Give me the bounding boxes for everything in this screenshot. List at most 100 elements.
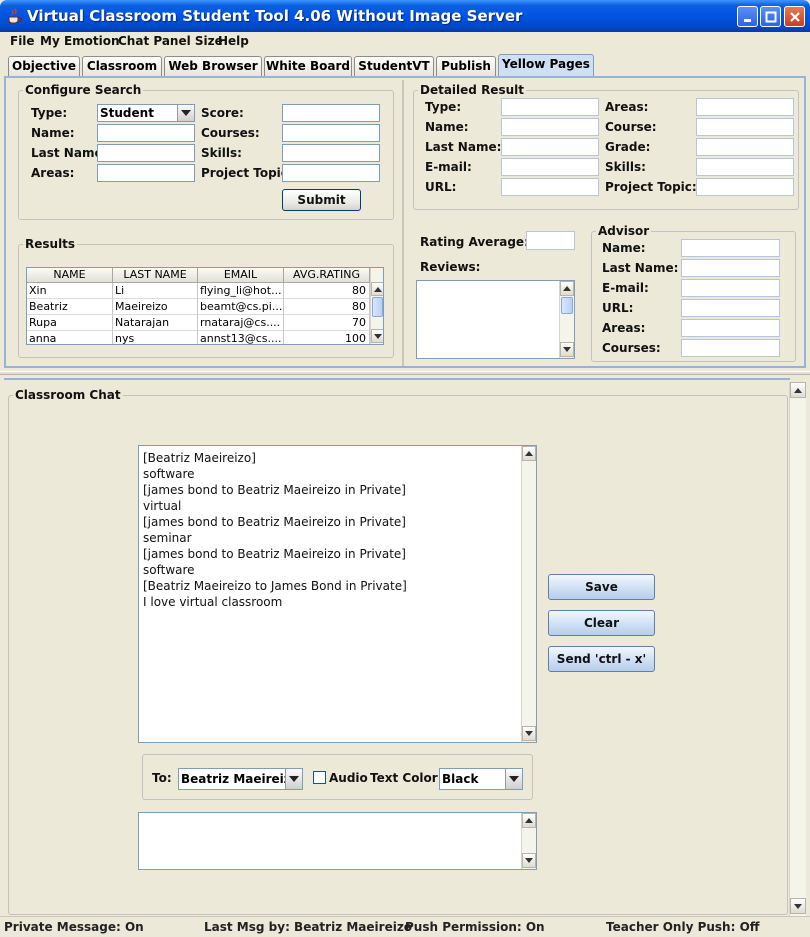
- scroll-up-button[interactable]: [371, 282, 383, 296]
- tab-yellow-pages[interactable]: Yellow Pages: [498, 54, 594, 77]
- scroll-down-button[interactable]: [522, 726, 536, 741]
- transcript-scrollbar[interactable]: [521, 446, 536, 742]
- java-cup-icon: [8, 8, 22, 24]
- status-private-message: Private Message: On: [4, 920, 144, 934]
- type-combo[interactable]: Student: [97, 104, 195, 122]
- minimize-button[interactable]: [737, 6, 758, 27]
- message-input-scrollbar[interactable]: [521, 813, 536, 869]
- table-cell[interactable]: 80: [284, 283, 370, 299]
- detail-project-topic-field[interactable]: [696, 178, 794, 196]
- courses-label: Courses:: [201, 126, 260, 140]
- reviews-scrollbar[interactable]: [559, 281, 574, 358]
- table-cell[interactable]: Maeireizo: [113, 299, 198, 315]
- detail-email-field[interactable]: [501, 158, 599, 176]
- detail-url-field[interactable]: [501, 178, 599, 196]
- recipient-combo[interactable]: Beatriz Maeireizo: [178, 768, 303, 790]
- table-cell[interactable]: Beatriz: [27, 299, 113, 315]
- results-table[interactable]: NAME LAST NAME EMAIL AVG.RATING Xin Li f…: [26, 267, 384, 345]
- scroll-up-button[interactable]: [522, 446, 536, 461]
- skills-input[interactable]: [282, 144, 380, 162]
- split-divider[interactable]: [0, 371, 810, 375]
- advisor-title: Advisor: [596, 224, 652, 238]
- scroll-up-button[interactable]: [790, 382, 806, 398]
- detail-grade-field[interactable]: [696, 138, 794, 156]
- chevron-down-icon[interactable]: [505, 769, 522, 789]
- audio-checkbox[interactable]: [313, 771, 326, 784]
- submit-button[interactable]: Submit: [282, 189, 361, 211]
- detail-course-field[interactable]: [696, 118, 794, 136]
- classroom-chat-panel: Classroom Chat [Beatriz Maeireizo] softw…: [4, 378, 790, 916]
- text-color-combo[interactable]: Black: [439, 768, 523, 790]
- table-cell[interactable]: Natarajan: [113, 315, 198, 331]
- table-cell[interactable]: flying_li@hot...: [198, 283, 284, 299]
- score-input[interactable]: [282, 104, 380, 122]
- table-cell[interactable]: 70: [284, 315, 370, 331]
- detail-skills-field[interactable]: [696, 158, 794, 176]
- results-scrollbar[interactable]: [370, 268, 383, 344]
- chat-panel-scrollbar[interactable]: [789, 382, 806, 916]
- scroll-up-button[interactable]: [522, 813, 536, 828]
- areas-input[interactable]: [97, 164, 195, 182]
- advisor-email-field[interactable]: [681, 279, 780, 297]
- table-cell[interactable]: nys: [113, 331, 198, 344]
- table-cell[interactable]: 80: [284, 299, 370, 315]
- last-name-input[interactable]: [97, 144, 195, 162]
- table-cell[interactable]: annst13@cs....: [198, 331, 284, 344]
- advisor-areas-field[interactable]: [681, 319, 780, 337]
- advisor-url-field[interactable]: [681, 299, 780, 317]
- clear-button[interactable]: Clear: [548, 610, 655, 636]
- tab-objective[interactable]: Objective: [8, 56, 80, 77]
- detail-type-field[interactable]: [501, 98, 599, 116]
- detail-areas-field[interactable]: [696, 98, 794, 116]
- table-cell[interactable]: Rupa: [27, 315, 113, 331]
- maximize-button[interactable]: [760, 6, 781, 27]
- advisor-last-name-field[interactable]: [681, 259, 780, 277]
- tab-white-board[interactable]: White Board: [264, 56, 352, 77]
- advisor-name-field[interactable]: [681, 239, 780, 257]
- tab-web-browser[interactable]: Web Browser: [164, 56, 262, 77]
- close-button[interactable]: [784, 6, 805, 27]
- rating-average-field[interactable]: [526, 231, 575, 250]
- table-cell[interactable]: Xin: [27, 283, 113, 299]
- menu-chat-panel-size[interactable]: Chat Panel Size: [118, 34, 223, 48]
- advisor-name-label: Name:: [602, 241, 646, 255]
- chevron-down-icon[interactable]: [177, 105, 194, 121]
- send-button[interactable]: Send 'ctrl - x': [548, 646, 655, 672]
- advisor-courses-field[interactable]: [681, 339, 780, 357]
- tab-publish[interactable]: Publish: [436, 56, 496, 77]
- title-bar[interactable]: Virtual Classroom Student Tool 4.06 With…: [0, 0, 810, 32]
- menu-help[interactable]: Help: [218, 34, 249, 48]
- scroll-up-button[interactable]: [560, 281, 574, 296]
- scroll-down-button[interactable]: [560, 342, 574, 357]
- save-button[interactable]: Save: [548, 574, 655, 600]
- table-cell[interactable]: rnataraj@cs....: [198, 315, 284, 331]
- col-header-email[interactable]: EMAIL: [198, 268, 284, 283]
- col-header-avg-rating[interactable]: AVG.RATING: [284, 268, 370, 283]
- chat-transcript[interactable]: [Beatriz Maeireizo] software [james bond…: [138, 445, 537, 743]
- scroll-thumb[interactable]: [372, 297, 383, 317]
- name-input[interactable]: [97, 124, 195, 142]
- panel-divider[interactable]: [402, 80, 404, 366]
- menu-file[interactable]: File: [10, 34, 35, 48]
- message-input[interactable]: [138, 812, 537, 870]
- col-header-last-name[interactable]: LAST NAME: [113, 268, 198, 283]
- project-topic-input[interactable]: [282, 164, 380, 182]
- scroll-thumb[interactable]: [561, 297, 573, 314]
- tab-classroom[interactable]: Classroom: [82, 56, 162, 77]
- chevron-down-icon[interactable]: [285, 769, 302, 789]
- table-cell[interactable]: beamt@cs.pi...: [198, 299, 284, 315]
- courses-input[interactable]: [282, 124, 380, 142]
- table-cell[interactable]: 100: [284, 331, 370, 344]
- advisor-url-label: URL:: [602, 301, 634, 315]
- detail-name-field[interactable]: [501, 118, 599, 136]
- col-header-name[interactable]: NAME: [27, 268, 113, 283]
- reviews-textarea[interactable]: [416, 280, 575, 359]
- menu-my-emotion[interactable]: My Emotion: [40, 34, 120, 48]
- table-cell[interactable]: Li: [113, 283, 198, 299]
- scroll-down-button[interactable]: [522, 853, 536, 868]
- detail-last-name-field[interactable]: [501, 138, 599, 156]
- scroll-down-button[interactable]: [790, 898, 806, 914]
- table-cell[interactable]: anna: [27, 331, 113, 344]
- scroll-down-button[interactable]: [371, 329, 383, 343]
- tab-studentvt[interactable]: StudentVT: [354, 56, 434, 77]
